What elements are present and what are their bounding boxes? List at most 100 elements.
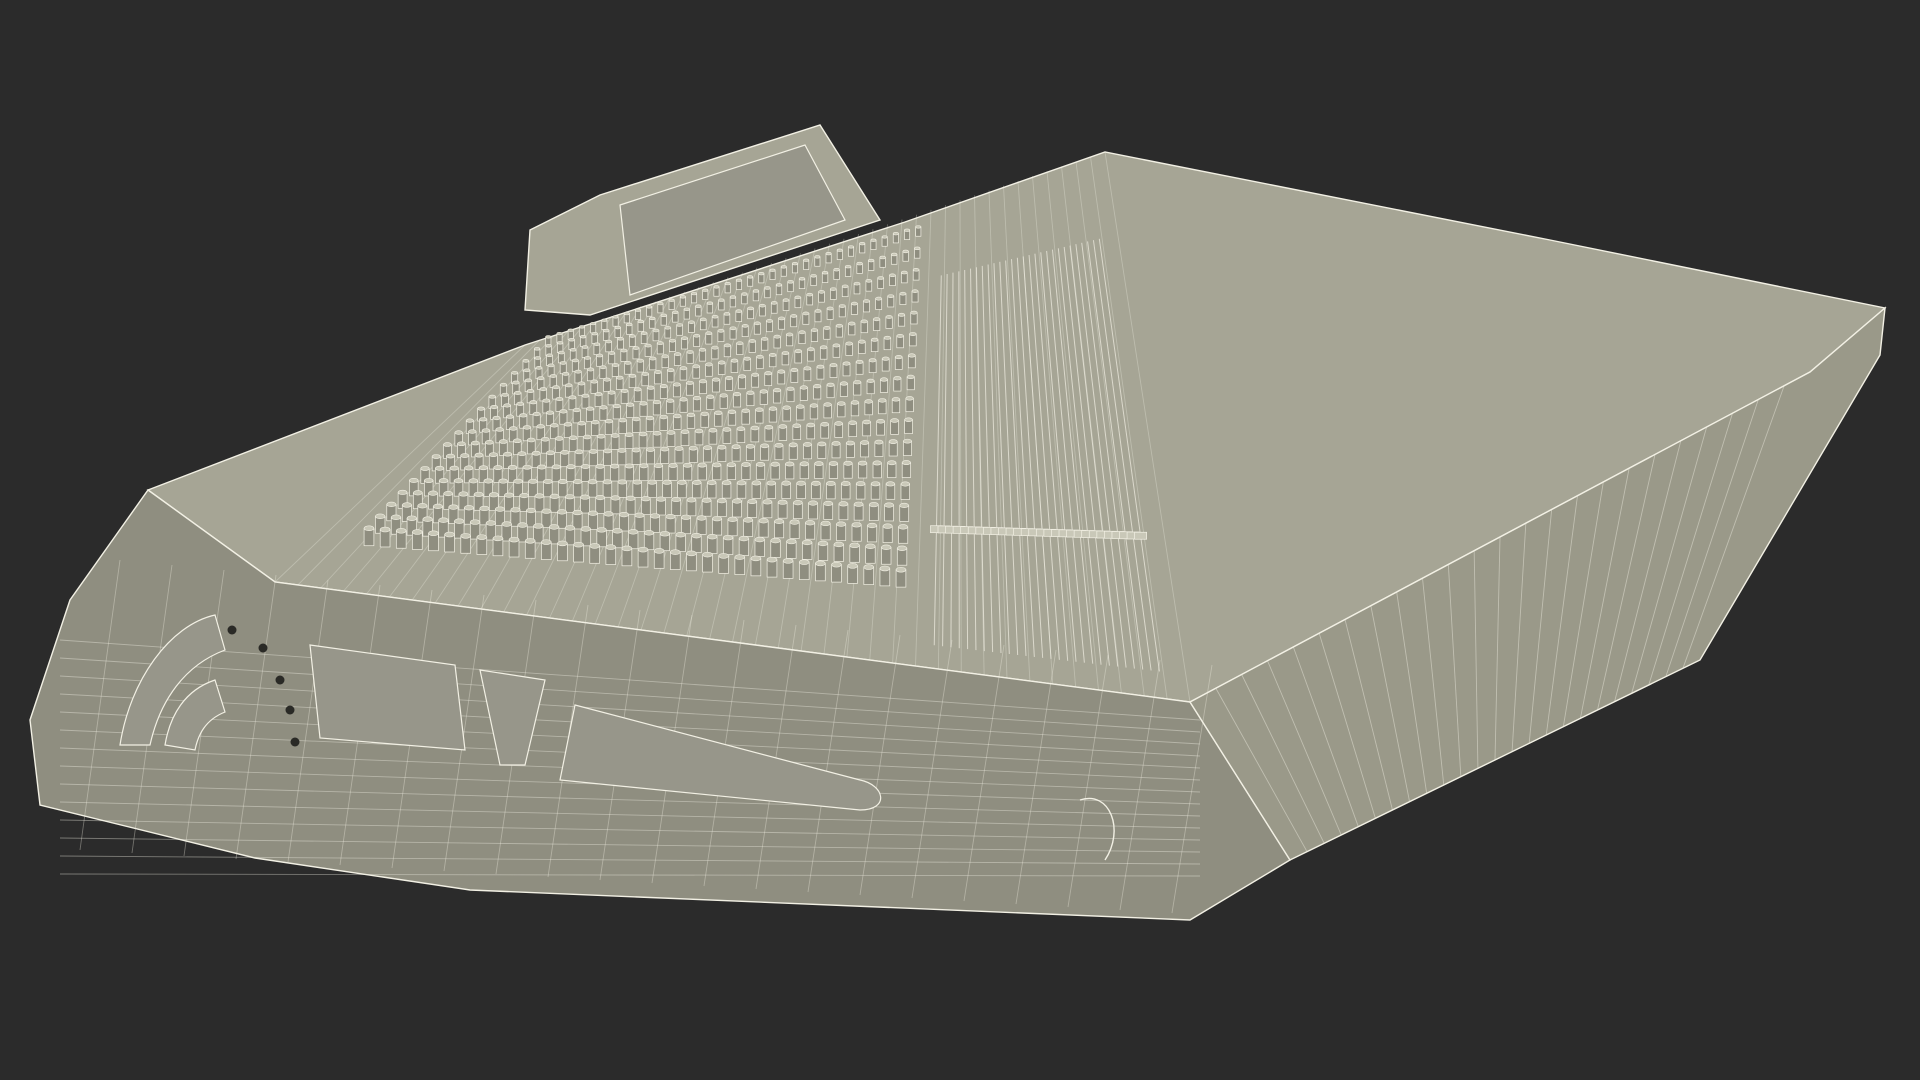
knob-cap bbox=[899, 291, 907, 296]
knob-cap bbox=[735, 309, 742, 313]
knob-cap bbox=[884, 502, 894, 508]
knob-cap bbox=[599, 365, 607, 370]
knob-cap bbox=[457, 441, 466, 447]
knob bbox=[759, 303, 766, 317]
knob-cap bbox=[699, 379, 707, 384]
knob bbox=[865, 279, 873, 292]
knob bbox=[673, 413, 682, 430]
knob bbox=[620, 348, 628, 362]
knob bbox=[705, 362, 713, 377]
knob-cap bbox=[513, 478, 523, 484]
knob-cap bbox=[490, 405, 498, 410]
knob-cap bbox=[870, 238, 877, 242]
knob-cap bbox=[454, 430, 463, 435]
knob bbox=[508, 536, 520, 558]
knob-cap bbox=[712, 462, 722, 468]
knob-cap bbox=[898, 312, 906, 317]
knob bbox=[736, 341, 744, 355]
knob-cap bbox=[587, 367, 595, 372]
knob bbox=[806, 422, 815, 440]
knob bbox=[568, 395, 577, 411]
knob-cap bbox=[479, 505, 490, 512]
knob bbox=[833, 267, 840, 280]
knob bbox=[559, 361, 567, 375]
knob-cap bbox=[638, 431, 648, 437]
knob bbox=[758, 518, 769, 538]
knob-cap bbox=[746, 390, 755, 395]
knob-cap bbox=[565, 494, 575, 500]
knob bbox=[657, 301, 664, 314]
knob-cap bbox=[375, 513, 386, 520]
knob-cap bbox=[522, 359, 530, 363]
knob bbox=[914, 246, 921, 259]
knob-cap bbox=[501, 392, 509, 397]
knob-cap bbox=[726, 462, 736, 468]
knob bbox=[718, 360, 726, 375]
knob-cap bbox=[557, 540, 568, 547]
knob-cap bbox=[769, 268, 776, 272]
knob-cap bbox=[735, 278, 742, 282]
knob bbox=[773, 388, 782, 404]
knob bbox=[714, 410, 723, 427]
knob bbox=[808, 500, 818, 520]
knob bbox=[774, 518, 785, 539]
knob bbox=[591, 331, 598, 344]
knob-cap bbox=[519, 413, 528, 418]
knob-cap bbox=[815, 560, 826, 567]
knob bbox=[557, 540, 568, 562]
knob-cap bbox=[826, 382, 835, 387]
knob-cap bbox=[593, 342, 601, 347]
knob bbox=[790, 314, 798, 328]
knob bbox=[610, 433, 620, 450]
knob-cap bbox=[591, 331, 598, 336]
knob bbox=[868, 358, 877, 374]
knob bbox=[619, 511, 629, 532]
knob bbox=[590, 379, 598, 394]
knob bbox=[816, 364, 825, 380]
knob-cap bbox=[636, 358, 644, 363]
knob bbox=[891, 397, 901, 414]
knob-cap bbox=[697, 462, 707, 468]
knob-cap bbox=[603, 448, 612, 454]
knob-cap bbox=[565, 383, 573, 388]
knob bbox=[567, 328, 574, 340]
knob bbox=[707, 480, 717, 499]
knob bbox=[632, 479, 642, 498]
knob-cap bbox=[551, 464, 561, 470]
knob-cap bbox=[465, 418, 474, 423]
knob bbox=[850, 301, 858, 315]
knob-cap bbox=[756, 461, 766, 467]
knob bbox=[691, 291, 698, 304]
knob-cap bbox=[409, 477, 419, 483]
knob bbox=[659, 384, 668, 399]
knob-cap bbox=[746, 443, 755, 449]
knob-cap bbox=[809, 403, 819, 408]
knob bbox=[564, 494, 575, 514]
knob-cap bbox=[509, 426, 518, 431]
knob-cap bbox=[652, 328, 660, 333]
knob-cap bbox=[842, 361, 851, 366]
knob bbox=[753, 321, 761, 335]
knob-cap bbox=[396, 528, 407, 534]
knob-cap bbox=[485, 440, 494, 445]
knob bbox=[735, 278, 742, 290]
knob-cap bbox=[904, 417, 913, 422]
knob-cap bbox=[732, 498, 742, 504]
knob bbox=[855, 481, 866, 500]
knob-cap bbox=[700, 317, 707, 322]
knob bbox=[904, 228, 911, 240]
knob-cap bbox=[590, 379, 598, 384]
knob bbox=[864, 399, 873, 416]
knob-cap bbox=[412, 529, 423, 535]
knob-cap bbox=[903, 438, 912, 444]
knob-cap bbox=[618, 417, 627, 423]
knob bbox=[845, 440, 855, 458]
knob-cap bbox=[754, 536, 765, 543]
knob bbox=[589, 543, 600, 564]
knob bbox=[893, 376, 902, 392]
knob-cap bbox=[646, 447, 655, 452]
knob-cap bbox=[821, 271, 829, 275]
knob bbox=[686, 550, 697, 572]
knob bbox=[823, 326, 831, 340]
knob-cap bbox=[660, 384, 668, 389]
